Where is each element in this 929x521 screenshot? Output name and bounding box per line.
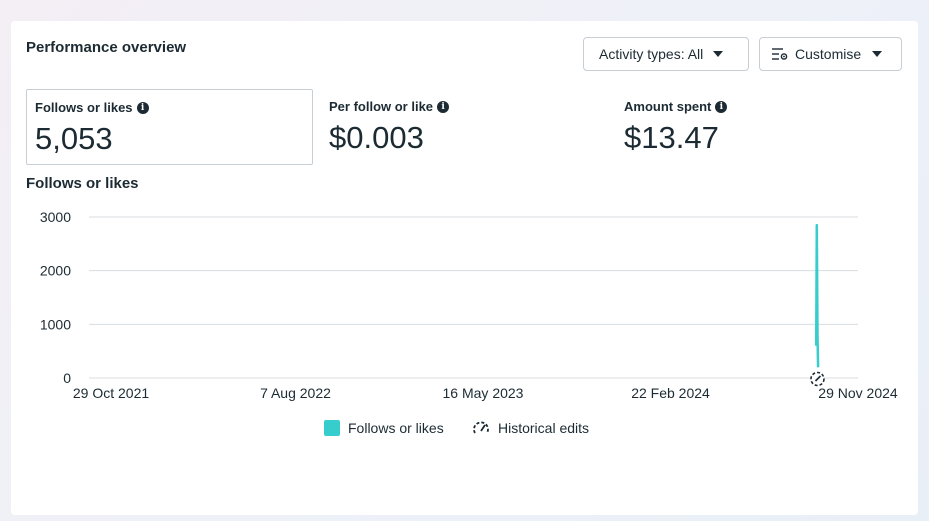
x-tick-label: 22 Feb 2024 — [631, 385, 710, 401]
follows-chart: 0 1000 2000 3000 29 Oct 2021 7 Aug 2022 16 May… — [40, 209, 898, 401]
performance-overview-card: Performance overview Activity types: All… — [11, 21, 918, 515]
y-tick-label: 2000 — [40, 263, 71, 279]
legend-item-follows[interactable]: Follows or likes — [324, 420, 444, 436]
legend-swatch — [324, 420, 340, 436]
legend-label: Follows or likes — [348, 420, 444, 436]
y-tick-label: 1000 — [40, 316, 71, 332]
legend-item-historical-edits[interactable]: Historical edits — [472, 420, 589, 436]
y-tick-label: 0 — [63, 370, 71, 386]
historical-edits-icon — [473, 421, 489, 434]
x-tick-label: 29 Nov 2024 — [818, 385, 898, 401]
historical-edit-icon — [810, 371, 825, 387]
x-tick-label: 29 Oct 2021 — [73, 385, 149, 401]
x-tick-label: 16 May 2023 — [443, 385, 524, 401]
x-tick-label: 7 Aug 2022 — [260, 385, 331, 401]
series-line — [814, 223, 820, 368]
y-tick-label: 3000 — [40, 209, 71, 225]
legend-label: Historical edits — [498, 420, 590, 436]
